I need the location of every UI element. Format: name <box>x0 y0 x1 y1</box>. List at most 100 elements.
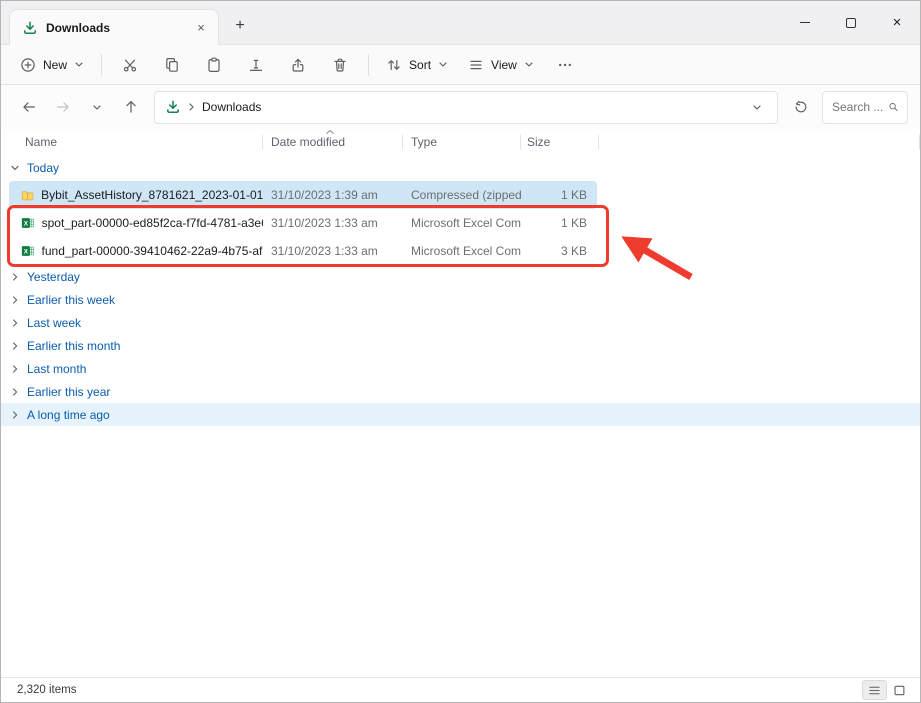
chevron-right-icon <box>10 410 20 420</box>
refresh-button[interactable] <box>785 91 817 123</box>
tab-downloads[interactable]: Downloads × <box>9 9 219 45</box>
toolbar-separator <box>368 54 369 76</box>
file-name-cell: X fund_part-00000-39410462-22a9-4b75-afb… <box>9 243 263 259</box>
rename-icon <box>248 57 264 73</box>
column-header-date-modified[interactable]: Date modified <box>263 129 403 155</box>
group-header-yesterday[interactable]: Yesterday <box>1 265 920 288</box>
cut-button[interactable] <box>110 49 150 81</box>
group-header-earlier-this-year[interactable]: Earlier this year <box>1 380 920 403</box>
more-options-button[interactable] <box>545 49 585 81</box>
toolbar-separator <box>101 54 102 76</box>
sort-button-label: Sort <box>409 58 431 72</box>
file-row-spot[interactable]: X spot_part-00000-ed85f2ca-f7fd-4781-a3e… <box>9 209 597 237</box>
downloads-icon <box>22 20 38 36</box>
group-label: Earlier this week <box>27 293 115 307</box>
file-date-cell: 31/10/2023 1:39 am <box>263 188 403 202</box>
rename-button[interactable] <box>236 49 276 81</box>
close-button[interactable]: × <box>874 1 920 44</box>
close-icon: × <box>893 15 902 30</box>
group-header-today[interactable]: Today <box>1 155 920 181</box>
excel-file-icon: X <box>21 243 35 259</box>
group-header-last-month[interactable]: Last month <box>1 357 920 380</box>
group-header-earlier-this-week[interactable]: Earlier this week <box>1 288 920 311</box>
downloads-icon <box>165 99 181 115</box>
new-button-label: New <box>43 58 67 72</box>
file-date-cell: 31/10/2023 1:33 am <box>263 244 403 258</box>
arrow-up-icon <box>123 99 139 115</box>
view-button-label: View <box>491 58 517 72</box>
recent-locations-button[interactable] <box>81 91 113 123</box>
details-view-button[interactable] <box>862 680 887 700</box>
copy-button[interactable] <box>152 49 192 81</box>
window-controls: × <box>782 1 920 44</box>
file-name-cell: Bybit_AssetHistory_8781621_2023-01-01_20… <box>9 187 263 203</box>
file-size-cell: 1 KB <box>521 188 599 202</box>
maximize-button[interactable] <box>828 1 874 44</box>
group-label: Earlier this month <box>27 339 120 353</box>
search-box[interactable] <box>822 91 908 124</box>
group-label: Today <box>27 161 59 175</box>
chevron-down-icon <box>10 163 20 173</box>
trash-icon <box>332 57 348 73</box>
tab-title: Downloads <box>46 21 184 35</box>
group-header-last-week[interactable]: Last week <box>1 311 920 334</box>
chevron-right-icon <box>10 364 20 374</box>
group-header-earlier-this-month[interactable]: Earlier this month <box>1 334 920 357</box>
maximize-icon <box>846 18 856 28</box>
ellipsis-icon <box>557 57 573 73</box>
sort-button[interactable]: Sort <box>377 51 457 79</box>
file-row-zip[interactable]: Bybit_AssetHistory_8781621_2023-01-01_20… <box>9 181 597 209</box>
sort-ascending-icon <box>325 129 335 135</box>
column-header-type[interactable]: Type <box>403 129 521 155</box>
view-icon <box>468 57 484 73</box>
column-header-name[interactable]: Name <box>1 129 263 155</box>
column-header-filler <box>599 129 920 155</box>
details-view-icon <box>868 684 881 697</box>
arrow-left-icon <box>21 99 37 115</box>
address-dropdown-button[interactable] <box>745 95 769 119</box>
chevron-down-icon <box>438 61 448 68</box>
icons-view-button[interactable] <box>887 680 912 700</box>
search-input[interactable] <box>832 100 884 114</box>
back-button[interactable] <box>13 91 45 123</box>
sort-icon <box>386 57 402 73</box>
file-size-cell: 1 KB <box>521 216 599 230</box>
delete-button[interactable] <box>320 49 360 81</box>
column-header-row: Name Date modified Type Size <box>1 129 920 155</box>
chevron-down-icon <box>524 61 534 68</box>
breadcrumb-downloads[interactable]: Downloads <box>202 100 261 114</box>
address-bar[interactable]: Downloads <box>154 91 778 124</box>
new-button[interactable]: New <box>11 51 93 79</box>
forward-button[interactable] <box>47 91 79 123</box>
file-row-fund[interactable]: X fund_part-00000-39410462-22a9-4b75-afb… <box>9 237 597 265</box>
file-list: Today Bybit_AssetHistory_8781621_2023-01… <box>1 155 920 677</box>
refresh-icon <box>793 99 809 115</box>
file-type-cell: Compressed (zipped)... <box>403 188 521 202</box>
share-button[interactable] <box>278 49 318 81</box>
file-date-cell: 31/10/2023 1:33 am <box>263 216 403 230</box>
up-button[interactable] <box>115 91 147 123</box>
share-icon <box>290 57 306 73</box>
minimize-icon <box>800 22 810 23</box>
search-icon <box>888 100 899 114</box>
icons-view-icon <box>893 684 906 697</box>
group-label: Last week <box>27 316 81 330</box>
command-toolbar: New <box>1 45 920 85</box>
arrow-right-icon <box>55 99 71 115</box>
file-size-cell: 3 KB <box>521 244 599 258</box>
close-tab-icon[interactable]: × <box>192 19 210 37</box>
column-header-size[interactable]: Size <box>521 129 599 155</box>
group-label: Earlier this year <box>27 385 110 399</box>
group-header-a-long-time-ago[interactable]: A long time ago <box>1 403 920 426</box>
excel-file-icon: X <box>21 215 35 231</box>
status-bar: 2,320 items <box>1 677 920 702</box>
minimize-button[interactable] <box>782 1 828 44</box>
view-button[interactable]: View <box>459 51 543 79</box>
paste-button[interactable] <box>194 49 234 81</box>
chevron-right-icon <box>10 318 20 328</box>
plus-circle-icon <box>20 57 36 73</box>
file-explorer-window: Downloads × + × New <box>0 0 921 703</box>
file-name-cell: X spot_part-00000-ed85f2ca-f7fd-4781-a3e… <box>9 215 263 231</box>
new-tab-button[interactable]: + <box>227 13 253 39</box>
chevron-down-icon <box>752 104 762 111</box>
